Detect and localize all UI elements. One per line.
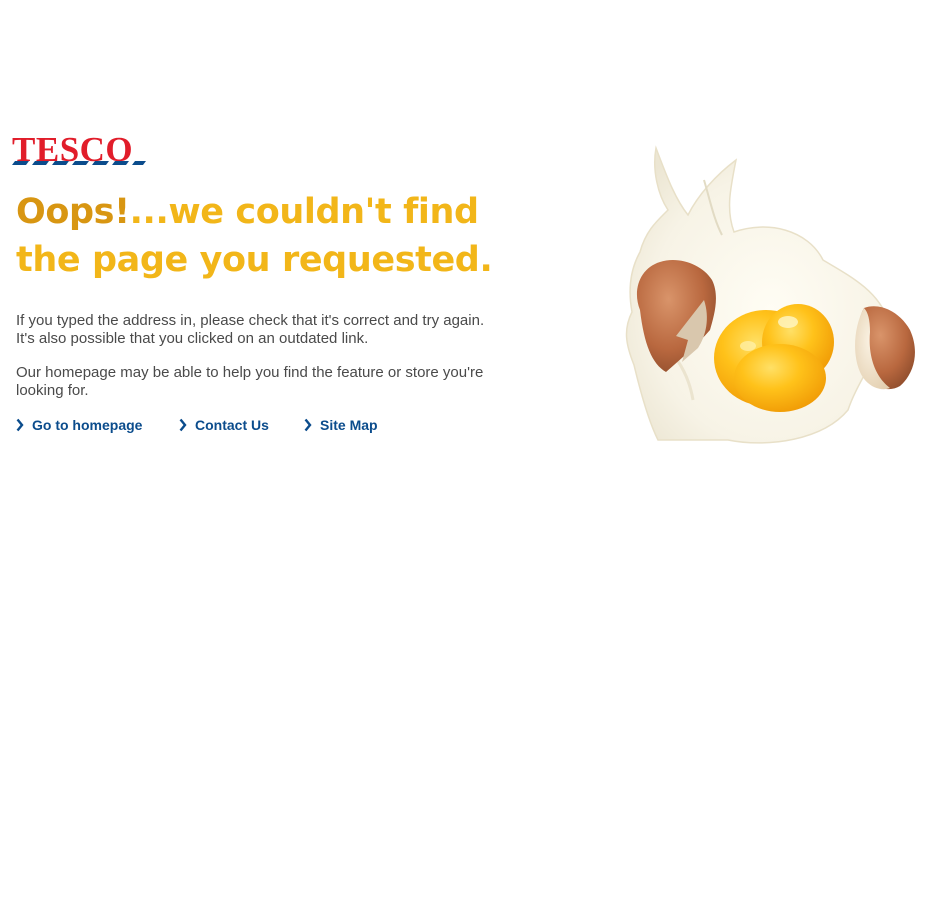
chevron-right-icon bbox=[179, 418, 187, 432]
tesco-logo[interactable]: TESCO bbox=[12, 132, 146, 172]
contact-us-link[interactable]: Contact Us bbox=[179, 416, 269, 434]
chevron-right-icon bbox=[16, 418, 24, 432]
tesco-logo-stripes bbox=[12, 161, 146, 165]
title-oops: Oops! bbox=[16, 192, 130, 232]
chevron-right-icon bbox=[304, 418, 312, 432]
go-to-homepage-label: Go to homepage bbox=[32, 417, 143, 433]
broken-egg-icon bbox=[625, 145, 915, 444]
error-message-paragraph: If you typed the address in, please chec… bbox=[16, 312, 485, 347]
title-line1-rest: ...we couldn't find bbox=[129, 192, 479, 232]
site-map-link[interactable]: Site Map bbox=[304, 416, 378, 434]
title-line2: the page you requested. bbox=[16, 240, 493, 280]
site-map-label: Site Map bbox=[320, 417, 378, 433]
go-to-homepage-link[interactable]: Go to homepage bbox=[16, 416, 142, 434]
page-title: Oops!...we couldn't find the page you re… bbox=[16, 188, 493, 284]
contact-us-label: Contact Us bbox=[195, 417, 269, 433]
homepage-hint-paragraph: Our homepage may be able to help you fin… bbox=[16, 364, 484, 399]
